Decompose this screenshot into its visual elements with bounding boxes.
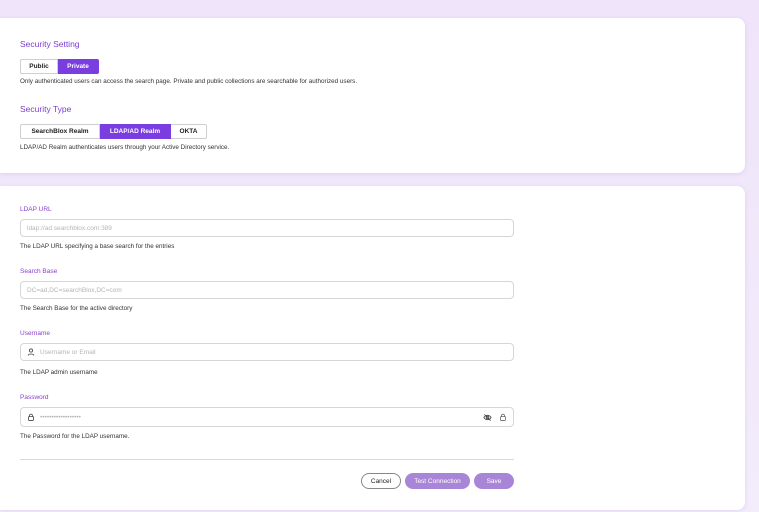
security-type-help: LDAP/AD Realm authenticates users throug… bbox=[20, 144, 230, 151]
security-setting-title: Security Setting bbox=[20, 39, 80, 49]
username-label: Username bbox=[20, 330, 50, 337]
security-setting-help: Only authenticated users can access the … bbox=[20, 78, 358, 85]
save-button[interactable]: Save bbox=[474, 473, 514, 489]
security-settings-card: Security Setting Public Private Only aut… bbox=[0, 18, 745, 173]
user-icon bbox=[27, 348, 35, 356]
cancel-button[interactable]: Cancel bbox=[361, 473, 401, 489]
search-base-label: Search Base bbox=[20, 268, 58, 275]
security-type-ldap-option[interactable]: LDAP/AD Realm bbox=[100, 124, 171, 139]
search-base-input[interactable] bbox=[21, 282, 513, 298]
ldap-url-help: The LDAP URL specifying a base search fo… bbox=[20, 243, 175, 250]
eye-off-icon[interactable] bbox=[483, 413, 492, 422]
username-field bbox=[20, 343, 514, 361]
ldap-url-field bbox=[20, 219, 514, 237]
form-divider bbox=[20, 459, 514, 460]
security-public-option[interactable]: Public bbox=[20, 59, 58, 74]
password-label: Password bbox=[20, 394, 49, 401]
security-type-okta-option[interactable]: OKTA bbox=[171, 124, 207, 139]
search-base-field bbox=[20, 281, 514, 299]
search-base-help: The Search Base for the active directory bbox=[20, 305, 133, 312]
test-connection-button[interactable]: Test Connection bbox=[405, 473, 470, 489]
security-type-title: Security Type bbox=[20, 104, 72, 114]
password-input[interactable] bbox=[35, 408, 483, 426]
password-help: The Password for the LDAP username. bbox=[20, 433, 130, 440]
password-field bbox=[20, 407, 514, 427]
security-type-searchblox-option[interactable]: SearchBlox Realm bbox=[20, 124, 100, 139]
ldap-url-input[interactable] bbox=[21, 220, 513, 236]
security-type-toggle: SearchBlox Realm LDAP/AD Realm OKTA bbox=[20, 124, 207, 139]
security-setting-toggle: Public Private bbox=[20, 59, 99, 74]
security-private-option[interactable]: Private bbox=[58, 59, 99, 74]
username-input[interactable] bbox=[35, 344, 513, 360]
ldap-config-card: LDAP URL The LDAP URL specifying a base … bbox=[0, 186, 745, 510]
lock-icon bbox=[27, 413, 35, 421]
password-lock-icon bbox=[498, 413, 507, 422]
ldap-url-label: LDAP URL bbox=[20, 206, 52, 213]
username-help: The LDAP admin username bbox=[20, 369, 98, 376]
